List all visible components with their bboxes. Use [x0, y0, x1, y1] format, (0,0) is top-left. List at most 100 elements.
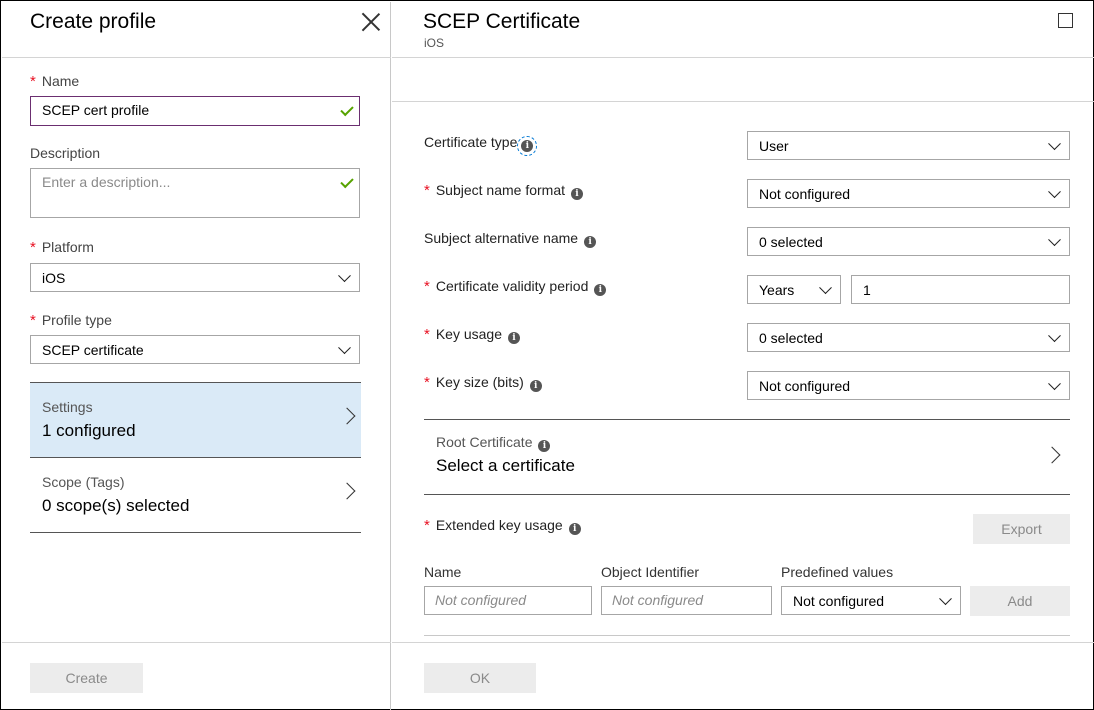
info-icon[interactable]: i	[538, 440, 551, 452]
platform-label: * Platform	[30, 239, 94, 256]
chevron-right-icon	[1043, 446, 1061, 464]
profile-type-value: SCEP certificate	[42, 341, 144, 358]
settings-nav-item[interactable]: Settings 1 configured	[30, 382, 361, 458]
description-label: Description	[30, 145, 101, 161]
subject-alt-name-label-text: Subject alternative name	[424, 230, 579, 246]
platform-value: iOS	[42, 269, 66, 286]
key-usage-value: 0 selected	[759, 329, 823, 346]
subject-alt-name-dropdown[interactable]: 0 selected	[747, 227, 1070, 256]
name-label-text: Name	[41, 73, 80, 89]
root-certificate-label-text: Root Certificate	[436, 434, 533, 450]
name-input[interactable]: SCEP cert profile	[30, 96, 360, 126]
profile-type-label-text: Profile type	[41, 312, 112, 328]
info-icon[interactable]: i	[594, 284, 607, 296]
predefined-values-dropdown[interactable]: Not configured	[781, 586, 961, 615]
settings-value: 1 configured	[42, 421, 136, 440]
validity-period-label-text: Certificate validity period	[435, 278, 589, 294]
required-asterisk: *	[30, 239, 36, 256]
required-asterisk: *	[424, 278, 430, 295]
validity-value: 1	[863, 281, 871, 298]
required-asterisk: *	[424, 326, 430, 343]
key-size-value: Not configured	[759, 377, 851, 394]
key-usage-dropdown[interactable]: 0 selected	[747, 323, 1070, 352]
name-input-value: SCEP cert profile	[42, 102, 150, 118]
chevron-right-icon	[338, 482, 356, 500]
scope-tags-label: Scope (Tags)	[42, 474, 125, 490]
name-label: * Name	[30, 73, 79, 90]
create-button[interactable]: Create	[30, 663, 143, 693]
certificate-type-value: User	[759, 137, 789, 154]
blade-header: Create profile	[2, 2, 391, 58]
chevron-down-icon	[1048, 376, 1061, 390]
blade-footer: Create	[2, 642, 391, 710]
subject-alt-name-label: Subject alternative name i	[424, 230, 597, 248]
key-size-dropdown[interactable]: Not configured	[747, 371, 1070, 400]
subject-name-format-value: Not configured	[759, 185, 851, 202]
column-header-oid: Object Identifier	[601, 564, 700, 580]
toolbar-divider	[392, 101, 1094, 102]
extended-key-usage-label: * Extended key usage i	[424, 517, 581, 535]
close-icon[interactable]	[361, 12, 381, 32]
required-asterisk: *	[30, 312, 36, 329]
info-icon[interactable]: i	[517, 136, 538, 156]
validity-unit-dropdown[interactable]: Years	[747, 275, 841, 304]
create-profile-blade: Create profile * Name SCEP cert profile D…	[2, 2, 391, 710]
validity-value-input[interactable]: 1	[851, 275, 1070, 304]
certificate-type-label-text: Certificate type	[424, 134, 518, 150]
valid-check-icon	[340, 102, 354, 117]
blade-title: Create profile	[30, 10, 157, 33]
eku-name-input[interactable]: Not configured	[424, 586, 592, 615]
required-asterisk: *	[424, 374, 430, 391]
app-window: Create profile * Name SCEP cert profile D…	[0, 0, 1094, 710]
key-size-label: * Key size (bits) i	[424, 374, 542, 392]
chevron-down-icon	[1048, 136, 1061, 150]
chevron-down-icon	[819, 280, 832, 294]
key-size-label-text: Key size (bits)	[435, 374, 524, 390]
chevron-right-icon	[338, 407, 356, 425]
subject-name-format-label-text: Subject name format	[435, 182, 566, 198]
validity-period-label: * Certificate validity period i	[424, 278, 607, 296]
blade-title: SCEP Certificate	[423, 10, 581, 33]
scope-tags-value: 0 scope(s) selected	[42, 496, 190, 515]
blade-subtitle: iOS	[424, 36, 445, 50]
nav-divider	[30, 532, 361, 533]
info-icon[interactable]: i	[568, 523, 581, 535]
profile-type-label: * Profile type	[30, 312, 112, 329]
column-header-predefined: Predefined values	[781, 564, 894, 580]
key-usage-label-text: Key usage	[435, 326, 503, 342]
settings-label: Settings	[42, 399, 93, 415]
export-button[interactable]: Export	[973, 514, 1070, 544]
column-header-name: Name	[424, 564, 462, 580]
valid-check-icon	[340, 174, 354, 189]
required-asterisk: *	[424, 517, 430, 534]
chevron-down-icon	[1048, 184, 1061, 198]
maximize-icon[interactable]	[1058, 13, 1073, 28]
validity-unit-value: Years	[759, 281, 795, 298]
chevron-down-icon	[939, 591, 952, 605]
platform-dropdown[interactable]: iOS	[30, 263, 360, 292]
platform-label-text: Platform	[41, 239, 94, 255]
required-asterisk: *	[30, 73, 36, 90]
certificate-type-dropdown[interactable]: User	[747, 131, 1070, 160]
subject-name-format-label: * Subject name format i	[424, 182, 584, 200]
root-cert-divider-bottom	[424, 494, 1070, 495]
scope-tags-nav-item[interactable]: Scope (Tags) 0 scope(s) selected	[30, 457, 361, 533]
ok-button[interactable]: OK	[424, 663, 536, 693]
chevron-down-icon	[1048, 232, 1061, 246]
predefined-values-value: Not configured	[793, 592, 885, 609]
eku-oid-input[interactable]: Not configured	[601, 586, 772, 615]
description-input[interactable]: Enter a description...	[30, 168, 360, 218]
info-icon[interactable]: i	[571, 188, 584, 200]
add-button[interactable]: Add	[970, 586, 1070, 616]
extended-key-usage-label-text: Extended key usage	[435, 517, 563, 533]
info-icon[interactable]: i	[508, 332, 521, 344]
subject-name-format-dropdown[interactable]: Not configured	[747, 179, 1070, 208]
required-asterisk: *	[424, 182, 430, 199]
chevron-down-icon	[338, 340, 351, 354]
info-icon[interactable]: i	[584, 236, 597, 248]
profile-type-dropdown[interactable]: SCEP certificate	[30, 335, 360, 364]
subject-alt-name-value: 0 selected	[759, 233, 823, 250]
eku-divider	[424, 635, 1070, 636]
chevron-down-icon	[338, 268, 351, 282]
info-icon[interactable]: i	[529, 380, 542, 392]
